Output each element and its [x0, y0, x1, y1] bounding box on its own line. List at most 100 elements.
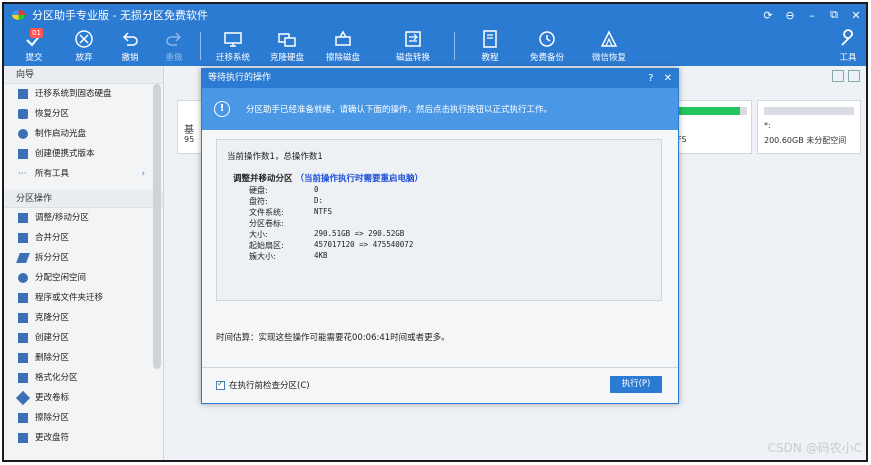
clone-disk-button[interactable]: 克隆硬盘 — [264, 26, 310, 66]
sidebar-item-migrate-ssd[interactable]: 迁移系统到固态硬盘 — [4, 84, 163, 104]
check-before-execute-checkbox[interactable] — [216, 379, 225, 390]
operations-list: 当前操作数1，总操作数1 调整并移动分区 （当前操作执行时需要重启电脑） 硬盘:… — [216, 139, 662, 301]
portable-icon — [18, 149, 28, 159]
disk-convert-button[interactable]: 磁盘转换 — [388, 26, 438, 66]
time-estimate: 时间估算：实现这些操作可能需要花00:06:41时间或者更多。 — [216, 333, 450, 343]
convert-icon — [405, 31, 421, 47]
dialog-divider — [202, 367, 678, 368]
sidebar-item-merge[interactable]: 合并分区 — [4, 228, 163, 248]
recover-icon — [18, 109, 28, 119]
disk-icon — [18, 89, 28, 99]
sidebar-item-format[interactable]: 格式化分区 — [4, 368, 163, 388]
sidebar-item-change-label[interactable]: 更改卷标 — [4, 388, 163, 408]
app-window: 分区助手专业版 - 无损分区免费软件 ⟳ ⊖ – ⧉ ✕ 01 提交 放弃 撤销… — [2, 2, 868, 462]
sidebar-item-allocate-space[interactable]: 分配空闲空间 — [4, 268, 163, 288]
disc-icon — [18, 129, 28, 139]
eraser-icon — [335, 30, 351, 46]
discard-button[interactable]: 放弃 — [64, 26, 104, 66]
sidebar: 向导 迁移系统到固态硬盘 恢复分区 制作启动光盘 创建便携式版本 ··· 所有工… — [4, 66, 164, 460]
sidebar-item-recover-partition[interactable]: 恢复分区 — [4, 104, 163, 124]
letter-icon — [18, 433, 28, 443]
view-toggle — [832, 70, 860, 82]
wrench-icon — [841, 29, 853, 46]
field-size: 大小: 290.51GB => 290.52GB — [249, 229, 405, 239]
sidebar-item-delete[interactable]: 删除分区 — [4, 348, 163, 368]
sidebar-item-portable[interactable]: 创建便携式版本 — [4, 144, 163, 164]
chevron-right-icon: › — [141, 169, 145, 179]
sidebar-section-partition-ops: 分区操作 — [4, 190, 163, 208]
pie-icon — [18, 273, 28, 283]
sidebar-item-split[interactable]: 拆分分区 — [4, 248, 163, 268]
split-icon — [16, 253, 30, 263]
dialog-title-bar: 等待执行的操作 ? ✕ — [202, 69, 678, 88]
undo-icon — [122, 32, 138, 46]
book-icon — [483, 30, 497, 48]
dialog-title: 等待执行的操作 — [208, 73, 272, 83]
app-logo-icon — [12, 8, 26, 22]
wipe-disk-button[interactable]: 擦除磁盘 — [320, 26, 366, 66]
wechat-restore-button[interactable]: 微信恢复 — [584, 26, 634, 66]
tag-icon — [15, 390, 31, 406]
create-icon — [18, 333, 28, 343]
restart-note: （当前操作执行时需要重启电脑） — [295, 174, 423, 184]
operations-summary: 当前操作数1，总操作数1 — [227, 152, 323, 162]
more-icon: ··· — [18, 169, 27, 179]
disk-card-unallocated[interactable]: *: 200.60GB 未分配空间 — [757, 100, 861, 154]
window-title: 分区助手专业版 - 无损分区免费软件 — [32, 9, 208, 22]
banner-text: 分区助手已经准备就绪，请确认下面的操作，然后点击执行按钮以正式执行工作。 — [246, 105, 553, 115]
field-start-sector: 起始扇区: 457017120 => 475540072 — [249, 240, 414, 250]
minimize-icon[interactable]: – — [806, 9, 818, 22]
help-icon[interactable]: ? — [648, 69, 653, 88]
unallocated-bar — [764, 107, 854, 115]
usage-bar-fill — [677, 107, 740, 115]
dialog-close-icon[interactable]: ✕ — [664, 69, 672, 88]
sidebar-item-boot-disc[interactable]: 制作启动光盘 — [4, 124, 163, 144]
undo-button[interactable]: 撤销 — [110, 26, 150, 66]
app-move-icon — [18, 293, 28, 303]
field-drive-letter: 盘符: D: — [249, 196, 324, 206]
migrate-os-button[interactable]: 迁移系统 — [210, 26, 256, 66]
resize-icon — [18, 213, 28, 223]
field-volume-label: 分区卷标: — [249, 219, 284, 228]
clone-disk-icon — [278, 33, 296, 47]
tools-button[interactable]: 工具 — [830, 26, 866, 66]
sidebar-item-wipe-partition[interactable]: 擦除分区 — [4, 408, 163, 428]
toolbar-separator — [200, 32, 201, 60]
field-filesystem: 文件系统: NTFS — [249, 207, 333, 217]
format-icon — [18, 373, 28, 383]
clone-icon — [18, 313, 28, 323]
toolbar-separator — [454, 32, 455, 60]
execute-button[interactable]: 执行(P) — [610, 376, 662, 393]
commit-button[interactable]: 01 提交 — [14, 26, 54, 66]
maximize-icon[interactable]: ⧉ — [828, 8, 840, 22]
sidebar-item-clone-partition[interactable]: 克隆分区 — [4, 308, 163, 328]
operation-title: 调整并移动分区 （当前操作执行时需要重启电脑） — [233, 174, 423, 184]
window-controls: ⟳ ⊖ – ⧉ ✕ — [762, 4, 862, 26]
check-before-execute[interactable]: 在执行前检查分区(C) — [216, 379, 310, 391]
sidebar-item-app-migrate[interactable]: 程序或文件夹迁移 — [4, 288, 163, 308]
tutorial-button[interactable]: 教程 — [470, 26, 510, 66]
merge-icon — [18, 233, 28, 243]
redo-icon — [166, 32, 182, 46]
discard-icon — [75, 30, 93, 48]
free-backup-button[interactable]: 免费备份 — [522, 26, 572, 66]
sidebar-item-resize-move[interactable]: 调整/移动分区 — [4, 208, 163, 228]
sidebar-section-wizard: 向导 — [4, 66, 163, 84]
refresh-icon[interactable]: ⟳ — [762, 9, 774, 22]
disk-card-ntfs[interactable]: FS — [670, 100, 752, 154]
sidebar-scrollbar[interactable] — [153, 84, 161, 369]
list-view-icon[interactable] — [832, 70, 844, 82]
toolbar: 01 提交 放弃 撤销 重做 迁移系统 克隆硬盘 擦除磁盘 磁盘转换 教程 免费… — [4, 26, 866, 66]
restore-icon[interactable]: ⊖ — [784, 9, 796, 22]
sidebar-item-change-letter[interactable]: 更改盘符 — [4, 428, 163, 448]
usage-bar — [677, 107, 747, 115]
grid-view-icon[interactable] — [848, 70, 860, 82]
info-icon: ! — [214, 101, 230, 117]
redo-button[interactable]: 重做 — [154, 26, 194, 66]
sidebar-item-all-tools[interactable]: ··· 所有工具 › — [4, 164, 163, 184]
field-disk: 硬盘: 0 — [249, 185, 319, 195]
sidebar-item-create[interactable]: 创建分区 — [4, 328, 163, 348]
close-icon[interactable]: ✕ — [850, 9, 862, 22]
backup-icon — [539, 31, 555, 47]
watermark: CSDN @码农小C — [767, 441, 862, 455]
